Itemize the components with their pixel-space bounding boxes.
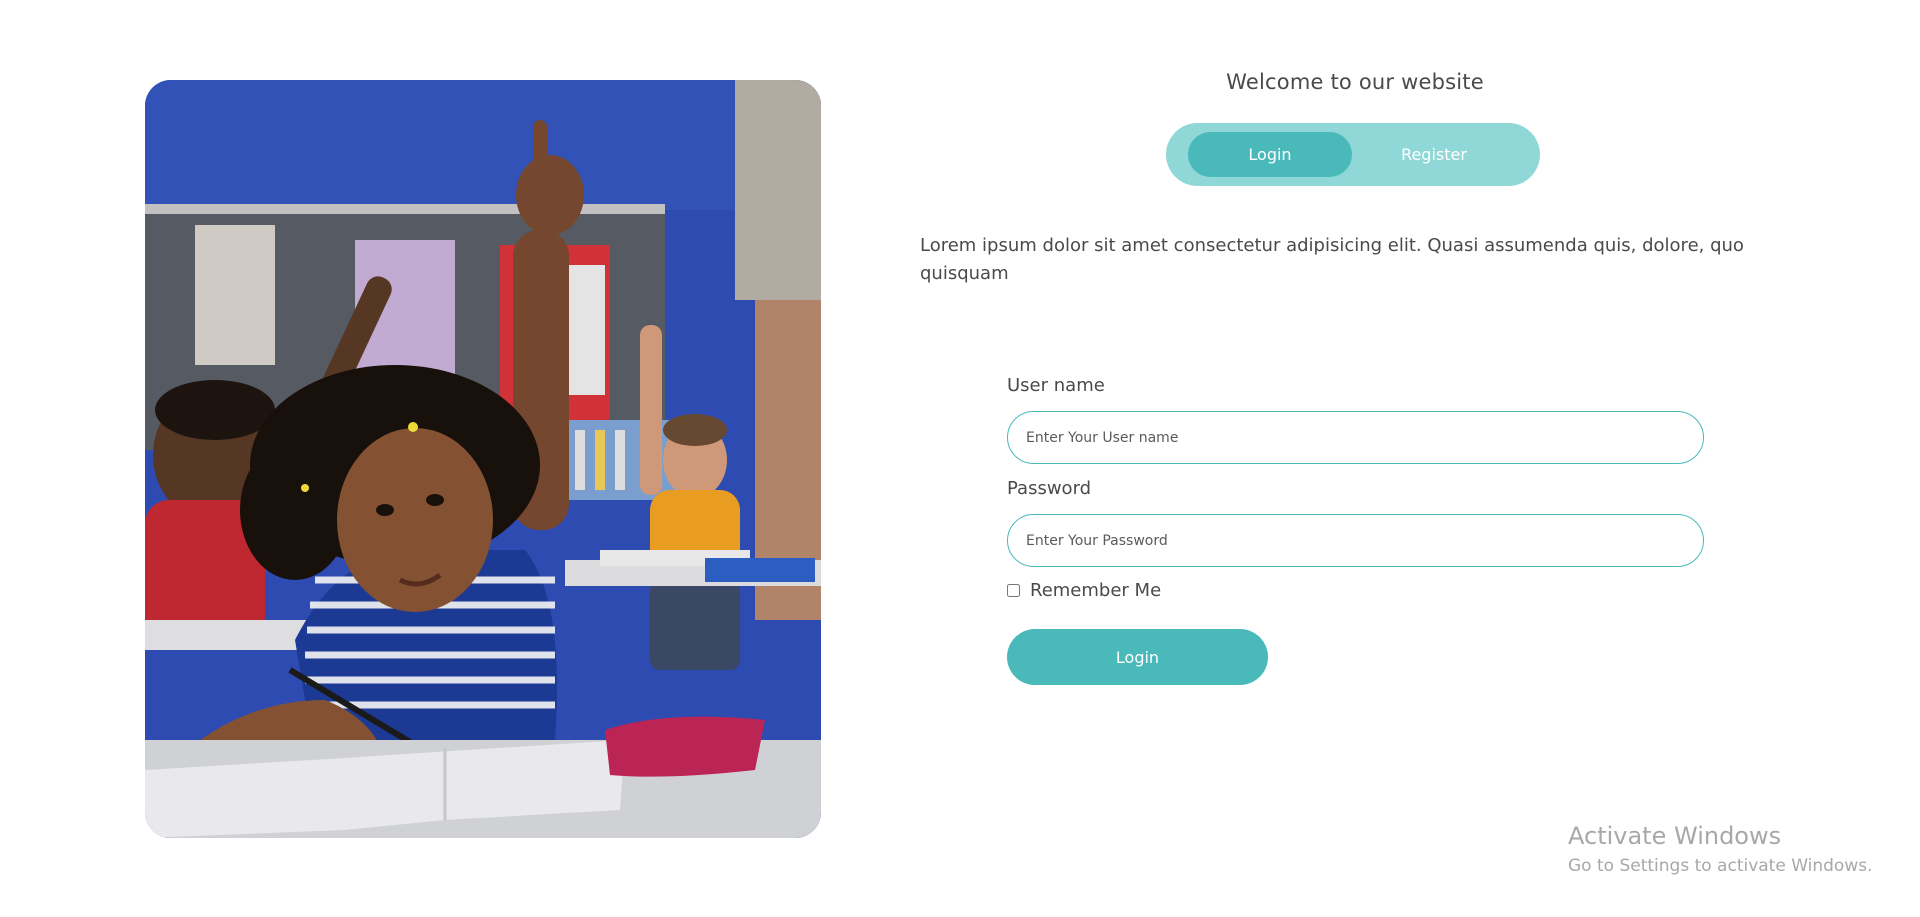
tab-login[interactable]: Login — [1188, 132, 1352, 177]
welcome-heading: Welcome to our website — [1226, 70, 1484, 94]
watermark-title: Activate Windows — [1568, 822, 1782, 850]
windows-activation-watermark: Activate Windows Go to Settings to activ… — [1568, 822, 1873, 876]
remember-me-label: Remember Me — [1030, 580, 1162, 601]
watermark-subtitle: Go to Settings to activate Windows. — [1568, 856, 1873, 876]
hero-image — [145, 80, 821, 838]
username-label: User name — [1007, 375, 1105, 396]
password-input[interactable] — [1007, 514, 1704, 567]
auth-tabs: Login Register — [1166, 123, 1540, 186]
tab-register[interactable]: Register — [1352, 132, 1516, 177]
login-button[interactable]: Login — [1007, 629, 1268, 685]
remember-me: Remember Me — [1007, 580, 1161, 601]
classroom-photo — [145, 80, 821, 838]
login-page: Welcome to our website Login Register Lo… — [0, 0, 1920, 917]
remember-me-checkbox[interactable] — [1007, 584, 1020, 597]
intro-text: Lorem ipsum dolor sit amet consectetur a… — [920, 235, 1744, 284]
username-input[interactable] — [1007, 411, 1704, 464]
password-label: Password — [1007, 478, 1092, 499]
